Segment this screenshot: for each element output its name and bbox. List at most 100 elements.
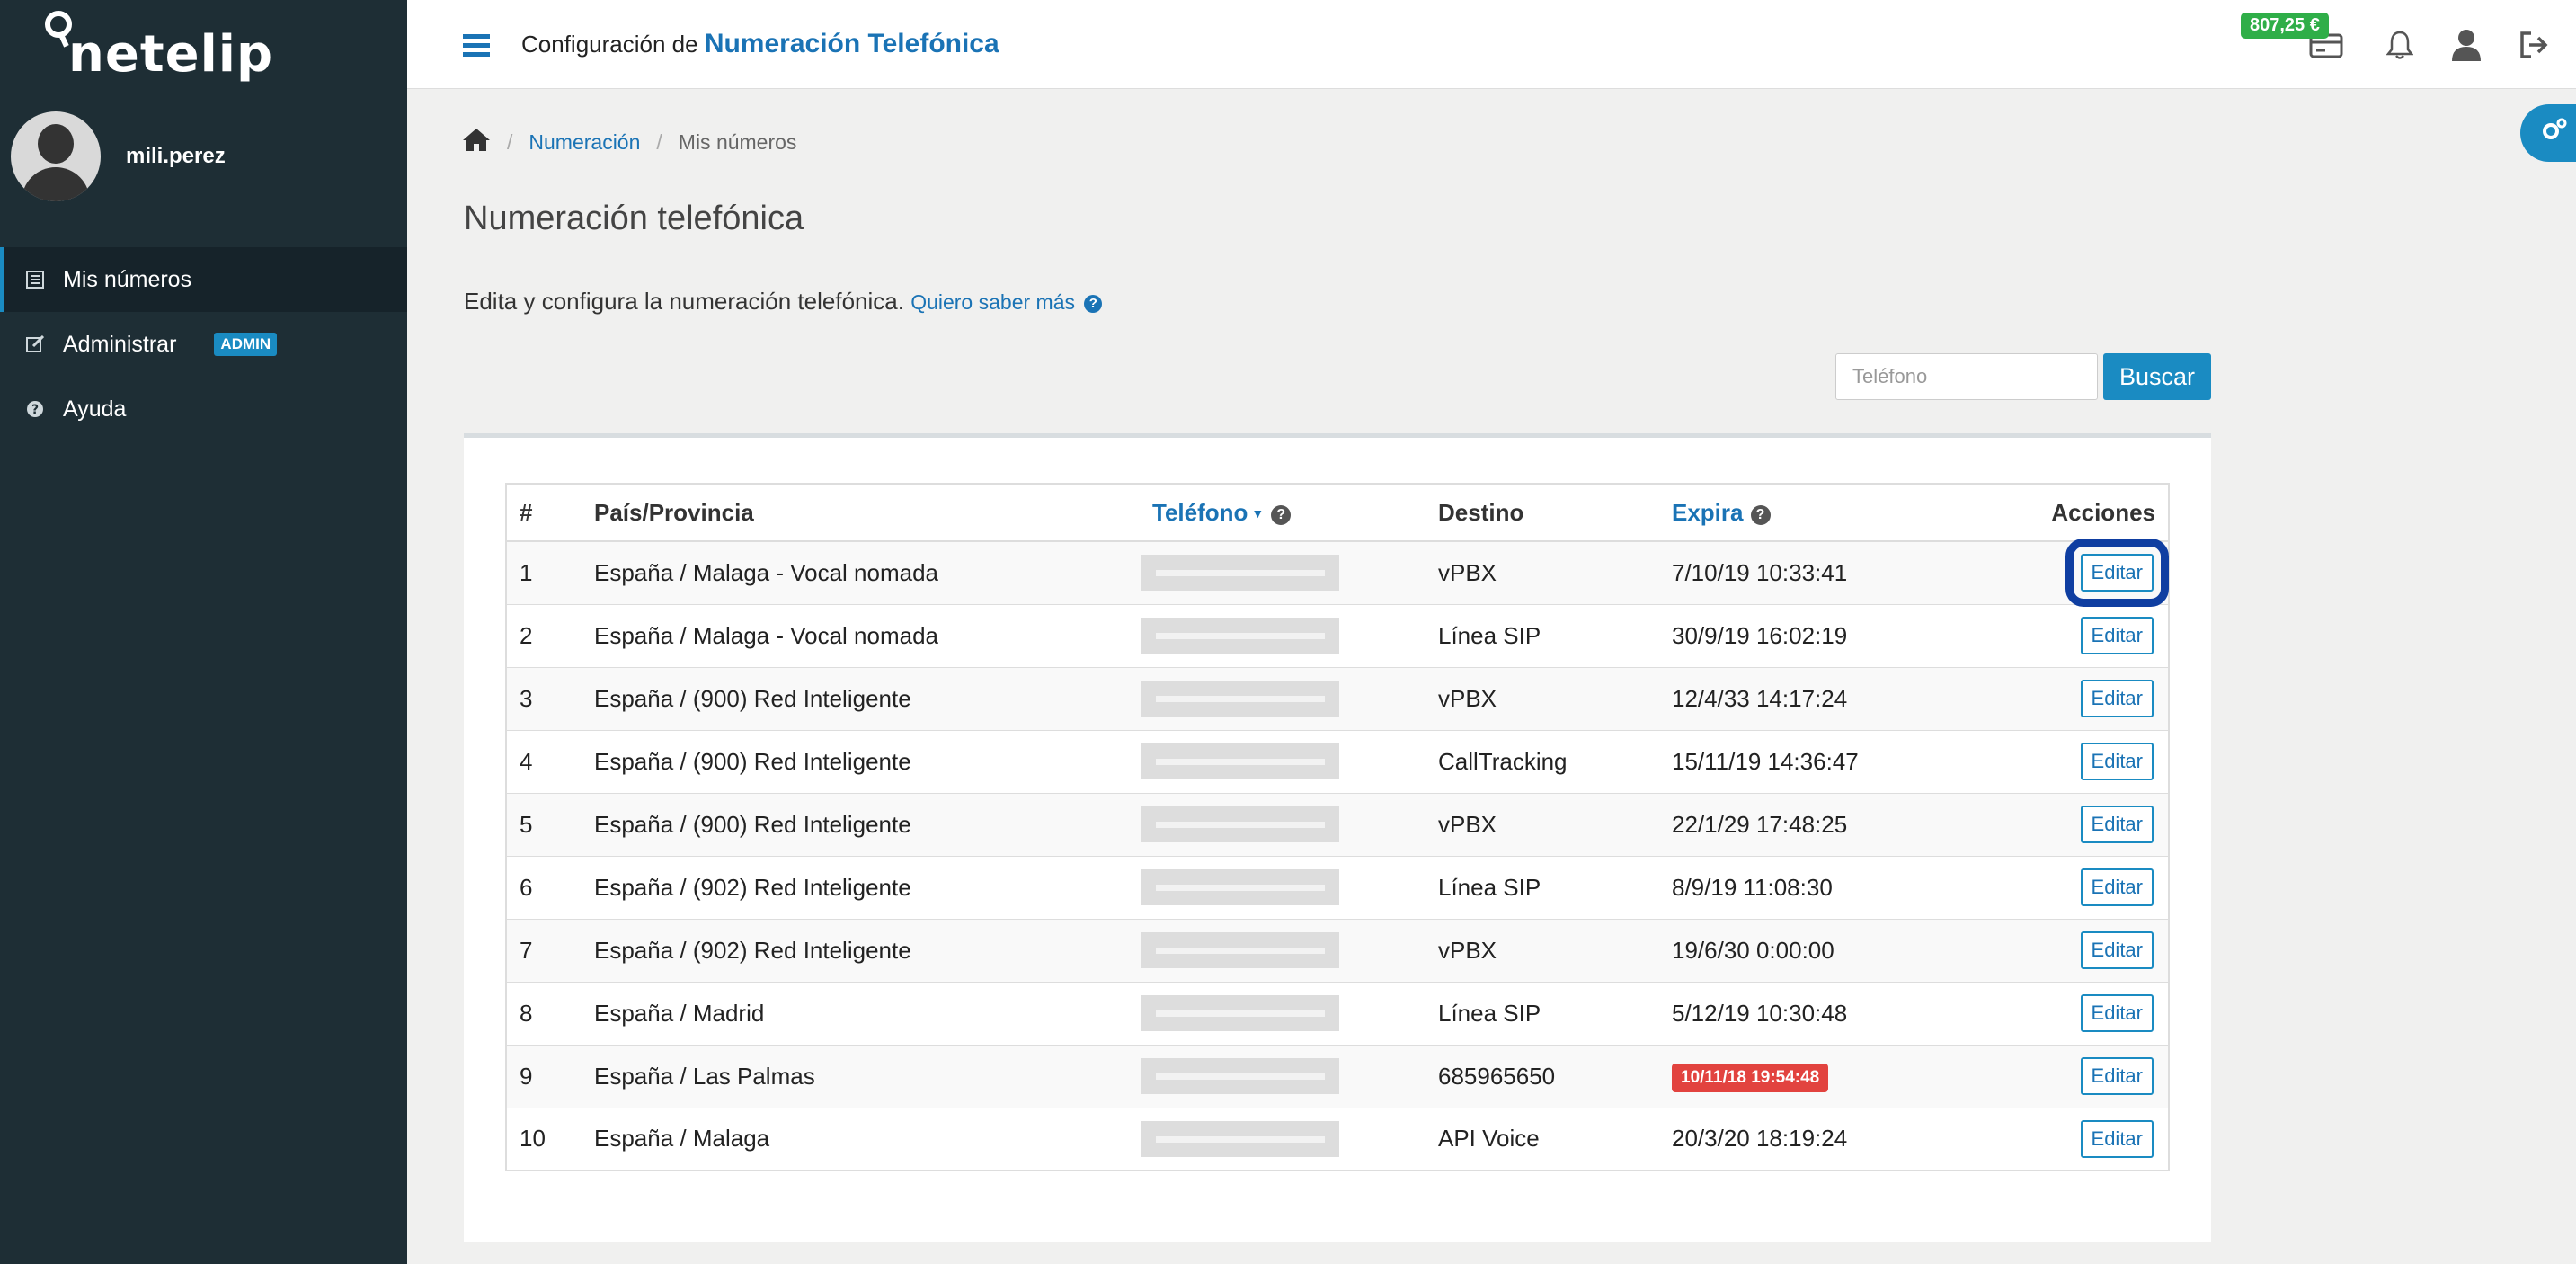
row-expires: 19/6/30 0:00:00 [1659, 918, 2019, 982]
table-row: 8 España / Madrid Línea SIP 5/12/19 10:30:4… [506, 981, 2169, 1045]
table-row: 2 España / Malaga - Vocal nomada Línea SIP… [506, 603, 2169, 667]
row-expires: 5/12/19 10:30:48 [1659, 981, 2019, 1045]
phone-redacted [1141, 806, 1339, 842]
svg-text:?: ? [31, 403, 39, 417]
breadcrumb: / Numeración / Mis números [462, 126, 796, 159]
edit-button[interactable]: Editar [2080, 680, 2154, 717]
row-country: España / (900) Red Inteligente [582, 729, 1140, 793]
phone-redacted [1141, 869, 1339, 905]
learn-more-link[interactable]: Quiero saber más ? [910, 290, 1103, 314]
numbers-panel: # País/Provincia Teléfono ▼? Destino Expi… [464, 433, 2211, 1242]
table-row: 4 España / (900) Red Inteligente CallTrack… [506, 729, 2169, 793]
expired-badge: 10/11/18 19:54:48 [1672, 1063, 1829, 1092]
row-number: 5 [506, 792, 582, 856]
edit-icon [25, 334, 45, 354]
row-actions: Editar [2019, 729, 2169, 793]
row-destination: vPBX [1426, 918, 1659, 982]
table-row: 3 España / (900) Red Inteligente vPBX 12/4/… [506, 666, 2169, 730]
row-actions: Editar [2019, 1107, 2169, 1171]
row-number: 9 [506, 1044, 582, 1108]
home-icon[interactable] [462, 126, 491, 159]
help-icon[interactable]: ? [1750, 504, 1771, 525]
row-phone [1140, 918, 1426, 982]
edit-button[interactable]: Editar [2080, 743, 2154, 780]
row-actions: Editar [2019, 603, 2169, 667]
breadcrumb-current: Mis números [678, 130, 797, 154]
col-expires-sortable[interactable]: Expira? [1659, 484, 2019, 542]
menu-toggle-icon[interactable] [463, 34, 490, 57]
expires-value: 19/6/30 0:00:00 [1672, 936, 1834, 964]
user-profile[interactable]: mili.perez [11, 111, 226, 201]
sidebar-item-mis-numeros[interactable]: Mis números [0, 247, 407, 312]
expires-value: 5/12/19 10:30:48 [1672, 999, 1848, 1027]
settings-gear-tab[interactable] [2520, 104, 2576, 162]
breadcrumb-numeracion-link[interactable]: Numeración [529, 130, 640, 155]
sidebar-nav: Mis números Administrar ADMIN ? Ayuda [0, 247, 407, 441]
row-destination: Línea SIP [1426, 981, 1659, 1045]
edit-button[interactable]: Editar [2080, 806, 2154, 843]
search-button[interactable]: Buscar [2103, 353, 2211, 400]
row-actions: Editar [2019, 1044, 2169, 1108]
row-actions: Editar [2019, 666, 2169, 730]
col-destination: Destino [1426, 484, 1659, 542]
phone-redacted [1141, 618, 1339, 654]
row-phone [1140, 792, 1426, 856]
table-row: 1 España / Malaga - Vocal nomada vPBX 7/10/… [506, 539, 2170, 608]
expires-value: 20/3/20 18:19:24 [1672, 1125, 1848, 1153]
row-number: 1 [506, 540, 582, 604]
phone-search-input[interactable] [1835, 353, 2098, 400]
row-country: España / Malaga - Vocal nomada [582, 603, 1140, 667]
expires-value: 7/10/19 10:33:41 [1672, 558, 1848, 586]
expires-value: 12/4/33 14:17:24 [1672, 684, 1848, 712]
row-destination: CallTracking [1426, 729, 1659, 793]
table-row: 5 España / (900) Red Inteligente vPBX 22/1/… [506, 792, 2169, 856]
logout-icon[interactable] [2517, 27, 2553, 63]
edit-button[interactable]: Editar [2080, 1057, 2154, 1095]
phone-redacted [1141, 681, 1339, 717]
edit-button[interactable]: Editar [2080, 868, 2154, 906]
row-actions: Editar [2019, 539, 2170, 608]
row-phone [1140, 855, 1426, 919]
row-actions: Editar [2019, 855, 2169, 919]
edit-button[interactable]: Editar [2080, 994, 2154, 1032]
edit-button[interactable]: Editar [2080, 1119, 2154, 1158]
phone-redacted [1141, 995, 1339, 1031]
row-country: España / Madrid [582, 981, 1140, 1045]
row-destination: vPBX [1426, 540, 1659, 604]
row-country: España / Malaga - Vocal nomada [582, 540, 1140, 604]
sidebar-item-administrar[interactable]: Administrar ADMIN [0, 312, 407, 377]
row-country: España / (902) Red Inteligente [582, 918, 1140, 982]
col-phone-sortable[interactable]: Teléfono ▼? [1140, 484, 1426, 542]
edit-button[interactable]: Editar [2080, 617, 2154, 654]
sort-caret-icon: ▼ [1251, 505, 1265, 521]
row-country: España / Malaga [582, 1107, 1140, 1171]
row-number: 7 [506, 918, 582, 982]
avatar[interactable] [11, 111, 101, 201]
help-icon[interactable]: ? [1271, 504, 1292, 525]
row-expires: 12/4/33 14:17:24 [1659, 666, 2019, 730]
header-title: Configuración de Numeración Telefónica [521, 29, 999, 58]
row-actions: Editar [2019, 792, 2169, 856]
sidebar-item-label: Administrar [63, 331, 177, 357]
sidebar-item-ayuda[interactable]: ? Ayuda [0, 377, 407, 441]
sidebar-item-label: Ayuda [63, 396, 127, 422]
balance-badge[interactable]: 807,25 € [2241, 13, 2329, 39]
row-destination: Línea SIP [1426, 855, 1659, 919]
row-phone [1140, 1044, 1426, 1108]
col-actions: Acciones [2019, 484, 2169, 542]
table-body: 1 España / Malaga - Vocal nomada vPBX 7/10/… [506, 539, 2170, 1171]
row-phone [1140, 666, 1426, 730]
row-phone [1140, 603, 1426, 667]
row-expires: 10/11/18 19:54:48 [1659, 1044, 2019, 1108]
user-icon[interactable] [2448, 27, 2484, 63]
edit-button[interactable]: Editar [2080, 931, 2154, 969]
row-number: 4 [506, 729, 582, 793]
phone-redacted [1141, 743, 1339, 779]
row-phone [1140, 1107, 1426, 1171]
phone-redacted [1141, 932, 1339, 968]
admin-badge: ADMIN [214, 333, 278, 356]
row-expires: 30/9/19 16:02:19 [1659, 603, 2019, 667]
edit-button[interactable]: Editar [2065, 539, 2170, 608]
row-phone [1140, 540, 1426, 604]
bell-icon[interactable] [2382, 27, 2418, 63]
